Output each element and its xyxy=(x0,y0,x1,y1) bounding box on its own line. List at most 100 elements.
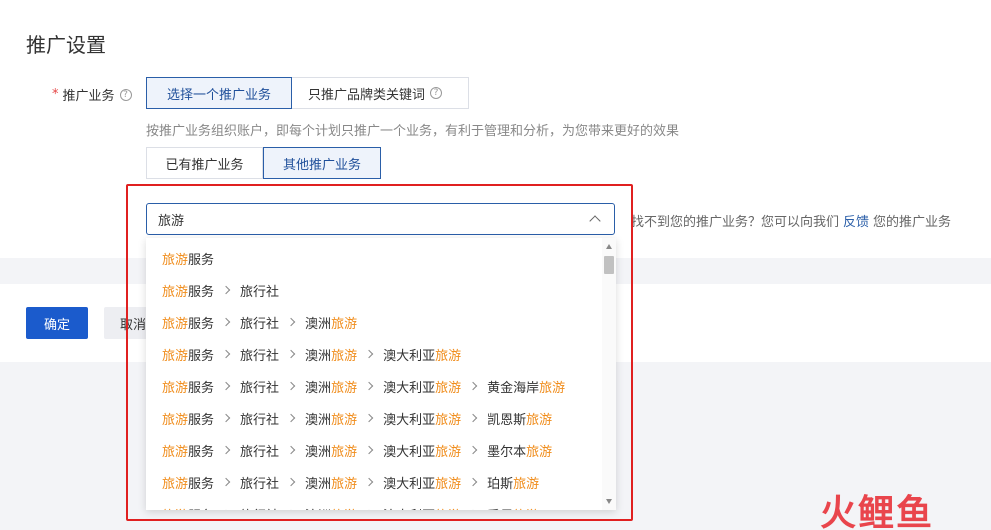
chevron-right-icon xyxy=(221,413,231,423)
chevron-right-icon xyxy=(364,381,374,391)
dropdown-item-segment: 旅游服务 xyxy=(162,348,215,364)
tab-brand-keywords-only[interactable]: 只推广品牌类关键词 ? xyxy=(292,77,469,109)
dropdown-item-segment: 旅游服务 xyxy=(162,252,215,268)
dropdown-item[interactable]: 旅游服务 旅行社 xyxy=(146,274,598,306)
not-found-suffix: 您的推广业务 xyxy=(873,215,952,230)
dropdown-item-segment: 旅游服务 xyxy=(162,284,215,300)
dropdown-item-segment: 旅行社 xyxy=(240,316,280,332)
keyword-highlight: 旅游 xyxy=(331,476,358,492)
field-label-text: 推广业务 xyxy=(62,89,115,104)
dropdown-item-segment: 旅游服务 xyxy=(162,505,214,511)
keyword-highlight: 旅游 xyxy=(331,380,358,396)
keyword-highlight: 旅游 xyxy=(331,444,358,460)
dropdown-item[interactable]: 旅游服务 旅行社 澳洲旅游 xyxy=(146,306,598,338)
tab-label: 已有推广业务 xyxy=(165,157,244,173)
business-dropdown: 旅游服务 旅游服务 旅行社 旅游服务 旅行社 澳洲旅游 旅游服务 旅行社 澳洲旅游 澳大利亚旅游旅… xyxy=(146,238,616,510)
dropdown-item-segment: 澳大利亚旅游 xyxy=(383,412,462,428)
dropdown-item-segment: 墨尔本旅游 xyxy=(487,444,553,460)
keyword-highlight: 旅游 xyxy=(513,476,540,492)
dropdown-item-segment: 旅行社 xyxy=(240,348,280,364)
dropdown-item-segment: 澳洲旅游 xyxy=(305,476,358,492)
dropdown-scrollbar[interactable] xyxy=(602,238,616,510)
chevron-right-icon xyxy=(221,317,231,327)
chevron-right-icon xyxy=(364,445,374,455)
chevron-right-icon xyxy=(364,477,374,487)
dropdown-item-segment: 旅游服务 xyxy=(162,380,215,396)
keyword-highlight: 旅游 xyxy=(331,509,357,511)
tab-existing-business[interactable]: 已有推广业务 xyxy=(146,147,263,179)
chevron-right-icon xyxy=(221,381,231,391)
tab-label: 其他推广业务 xyxy=(282,157,361,173)
dropdown-item[interactable]: 旅游服务 旅行社 澳洲旅游 澳大利亚旅游 悉尼旅游 xyxy=(146,498,598,510)
chevron-right-icon xyxy=(286,349,296,359)
dropdown-item[interactable]: 旅游服务 旅行社 澳洲旅游 澳大利亚旅游 黄金海岸旅游 xyxy=(146,370,598,402)
feedback-link[interactable]: 反馈 xyxy=(843,215,869,230)
dropdown-item-segment: 澳洲旅游 xyxy=(305,348,358,364)
keyword-highlight: 旅游 xyxy=(162,284,189,300)
dropdown-item[interactable]: 旅游服务 旅行社 澳洲旅游 澳大利亚旅游 凯恩斯旅游 xyxy=(146,402,598,434)
dropdown-item[interactable]: 旅游服务 xyxy=(146,242,598,274)
tab-other-business[interactable]: 其他推广业务 xyxy=(263,147,381,179)
chevron-right-icon xyxy=(286,381,296,391)
chevron-right-icon xyxy=(364,349,374,359)
dropdown-item-segment: 旅游服务 xyxy=(162,444,215,460)
dropdown-item-segment: 旅游服务 xyxy=(162,316,215,332)
dropdown-item-segment: 旅行社 xyxy=(240,284,280,300)
chevron-up-icon[interactable] xyxy=(589,215,601,227)
keyword-highlight: 旅游 xyxy=(162,444,189,460)
business-search-select[interactable] xyxy=(146,203,615,235)
keyword-highlight: 旅游 xyxy=(331,316,358,332)
dropdown-item-segment: 澳洲旅游 xyxy=(305,505,357,511)
chevron-right-icon xyxy=(221,349,231,359)
chevron-right-icon xyxy=(221,477,231,487)
scroll-up-icon[interactable] xyxy=(606,244,612,249)
dropdown-item-segment: 旅行社 xyxy=(240,412,280,428)
help-icon[interactable]: ? xyxy=(119,88,132,101)
dropdown-item-segment: 澳大利亚旅游 xyxy=(383,505,461,511)
dropdown-item-segment: 旅行社 xyxy=(240,444,280,460)
chevron-right-icon xyxy=(286,477,296,487)
dropdown-item-segment: 凯恩斯旅游 xyxy=(487,412,553,428)
dropdown-item-segment: 澳洲旅游 xyxy=(305,316,358,332)
dropdown-item[interactable]: 旅游服务 旅行社 澳洲旅游 澳大利亚旅游 珀斯旅游 xyxy=(146,466,598,498)
dropdown-item-segment: 旅游服务 xyxy=(162,412,215,428)
keyword-highlight: 旅游 xyxy=(435,509,461,511)
dropdown-item-segment: 悉尼旅游 xyxy=(487,505,539,511)
scroll-thumb[interactable] xyxy=(604,256,614,274)
tab-label: 只推广品牌类关键词 xyxy=(308,87,426,103)
keyword-highlight: 旅游 xyxy=(162,412,189,428)
business-search-input[interactable] xyxy=(158,211,591,227)
keyword-highlight: 旅游 xyxy=(162,476,189,492)
dropdown-item[interactable]: 旅游服务 旅行社 澳洲旅游 澳大利亚旅游 墨尔本旅游 xyxy=(146,434,598,466)
dropdown-item-segment: 旅行社 xyxy=(240,505,279,511)
keyword-highlight: 旅游 xyxy=(162,380,189,396)
dropdown-item-segment: 澳大利亚旅游 xyxy=(383,348,462,364)
keyword-highlight: 旅游 xyxy=(435,348,462,364)
required-mark: * xyxy=(52,87,59,102)
keyword-highlight: 旅游 xyxy=(162,252,189,268)
scroll-down-icon[interactable] xyxy=(606,499,612,504)
dropdown-item-segment: 黄金海岸旅游 xyxy=(487,380,566,396)
chevron-right-icon xyxy=(221,285,231,295)
help-icon[interactable]: ? xyxy=(430,87,443,99)
keyword-highlight: 旅游 xyxy=(526,444,553,460)
keyword-highlight: 旅游 xyxy=(526,412,553,428)
mode-tabs: 选择一个推广业务 只推广品牌类关键词 ? xyxy=(146,77,469,109)
keyword-highlight: 旅游 xyxy=(435,444,462,460)
dropdown-item-segment: 澳洲旅游 xyxy=(305,444,358,460)
chevron-right-icon xyxy=(286,445,296,455)
field-label: * 推广业务 ? xyxy=(52,85,132,104)
dropdown-item-segment: 珀斯旅游 xyxy=(487,476,540,492)
dropdown-item[interactable]: 旅游服务 旅行社 澳洲旅游 澳大利亚旅游 xyxy=(146,338,598,370)
page-title: 推广设置 xyxy=(26,33,106,57)
tab-select-one-business[interactable]: 选择一个推广业务 xyxy=(146,77,292,109)
confirm-button[interactable]: 确定 xyxy=(26,307,88,339)
keyword-highlight: 旅游 xyxy=(435,476,462,492)
chevron-right-icon xyxy=(286,317,296,327)
keyword-highlight: 旅游 xyxy=(539,380,566,396)
chevron-right-icon xyxy=(221,445,231,455)
keyword-highlight: 旅游 xyxy=(435,380,462,396)
chevron-right-icon xyxy=(468,477,478,487)
chevron-right-icon xyxy=(364,413,374,423)
keyword-highlight: 旅游 xyxy=(331,412,358,428)
